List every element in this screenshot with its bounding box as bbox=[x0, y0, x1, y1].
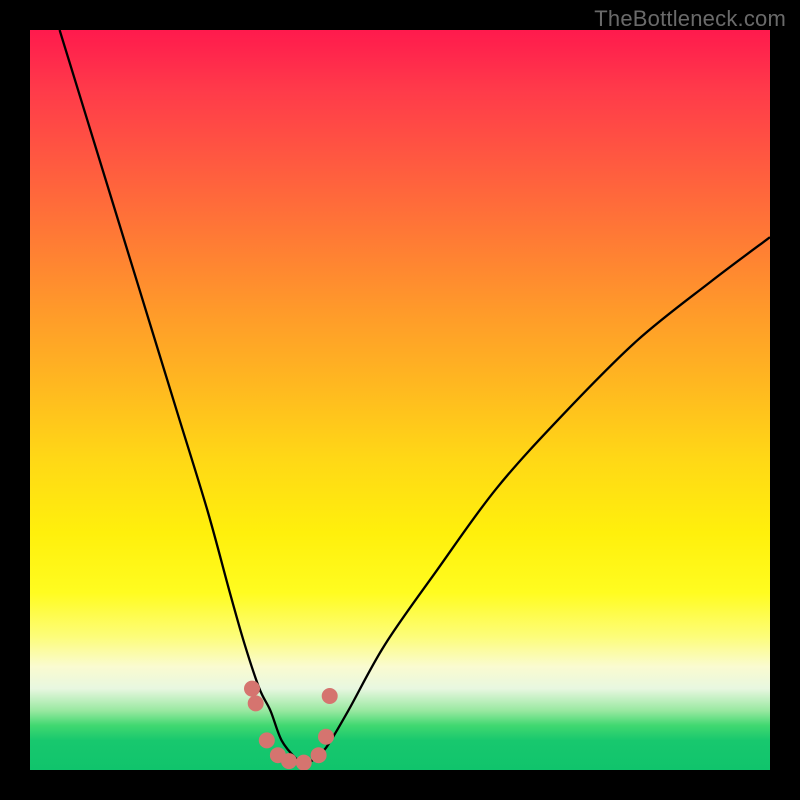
trough-dot bbox=[259, 732, 275, 748]
trough-dot bbox=[322, 688, 338, 704]
trough-dot bbox=[244, 681, 260, 697]
chart-frame: TheBottleneck.com bbox=[0, 0, 800, 800]
trough-dot bbox=[248, 695, 264, 711]
trough-dot bbox=[318, 729, 334, 745]
watermark-text: TheBottleneck.com bbox=[594, 6, 786, 32]
trough-dot bbox=[296, 755, 312, 770]
curve-svg bbox=[30, 30, 770, 770]
bottleneck-curve bbox=[60, 30, 770, 763]
trough-dot bbox=[281, 753, 297, 769]
plot-area bbox=[30, 30, 770, 770]
trough-marker-group bbox=[244, 681, 338, 770]
trough-dot bbox=[311, 747, 327, 763]
